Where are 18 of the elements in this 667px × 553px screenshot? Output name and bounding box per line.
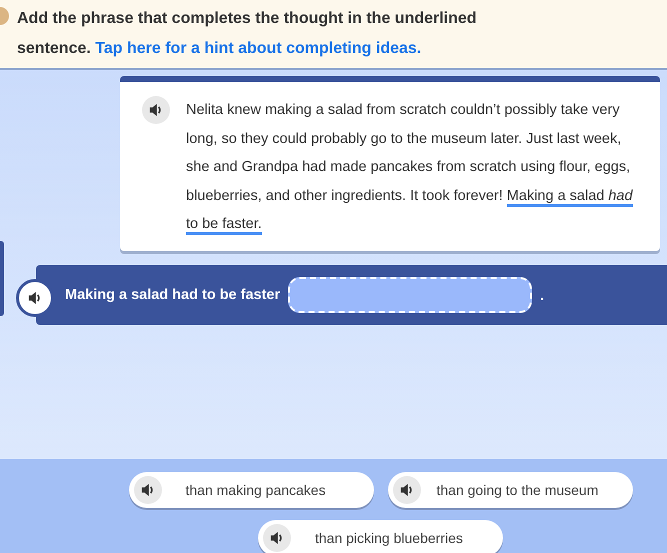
sentence-text: Making a salad had to be faster <box>65 286 280 302</box>
instruction-text: Add the phrase that completes the thought in the underlined sentence. Tap here for a hint about completing ideas. <box>17 9 478 59</box>
speaker-button[interactable] <box>392 476 420 504</box>
hint-link[interactable]: Tap here for a hint about completing ideas. <box>95 40 422 57</box>
answer-choice[interactable]: than making pancakes <box>128 472 374 508</box>
passage-text: Nelita knew making a salad from scratch couldn’t possibly take very long, so they could probably go to the museum later. Just last week, she and Grandpa had made pancakes from scratch using flour, eggs, blueberries, and other ingredients. It took forever! Making a salad had to be faster. <box>186 96 644 238</box>
period-text: . <box>540 286 544 302</box>
speaker-icon <box>140 483 154 497</box>
speaker-icon <box>149 103 163 117</box>
answer-box[interactable] <box>288 276 532 312</box>
speaker-icon <box>400 483 414 497</box>
speaker-button[interactable] <box>142 96 170 124</box>
speaker-icon <box>28 290 42 304</box>
speaker-button[interactable] <box>134 476 162 504</box>
speaker-icon <box>270 531 284 545</box>
answer-choice[interactable]: than picking blueberries <box>258 520 503 553</box>
answer-choice[interactable]: than going to the museum <box>388 472 632 508</box>
speaker-button[interactable] <box>263 524 291 552</box>
